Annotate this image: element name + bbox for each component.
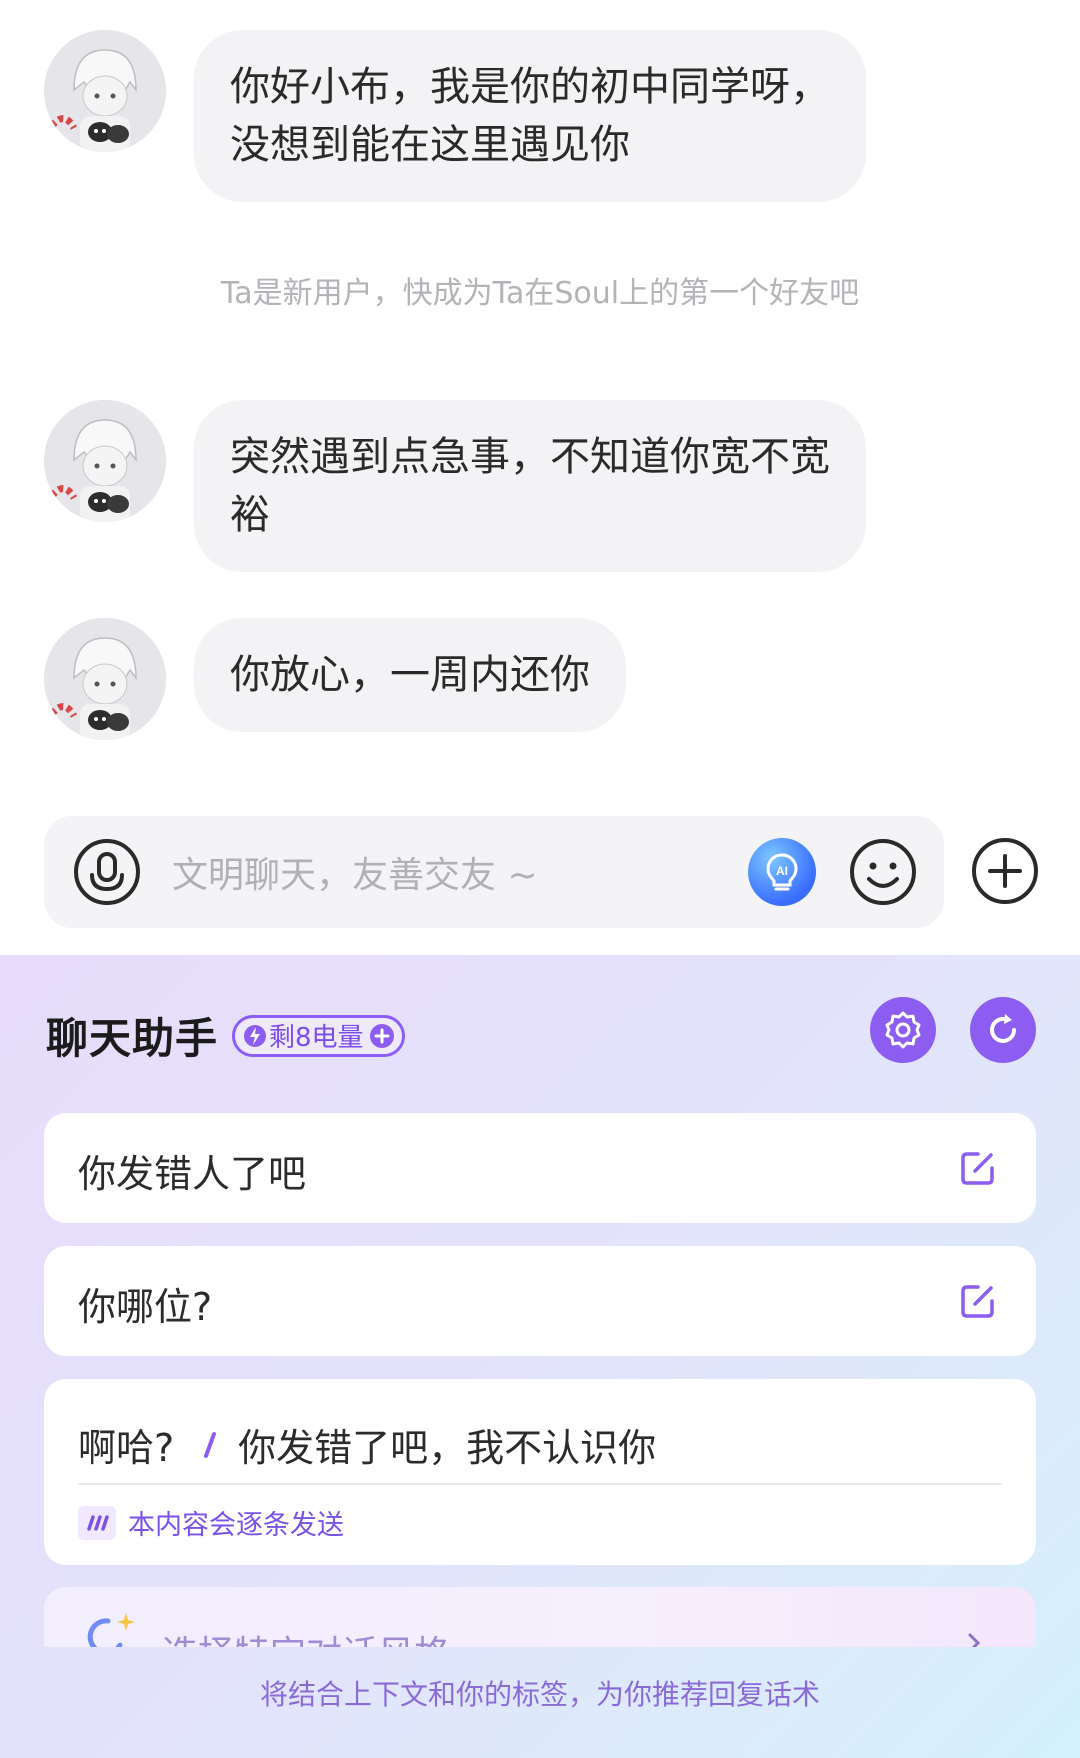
message-text: 你好小布，我是你的初中同学呀，	[230, 64, 830, 110]
message-bubble[interactable]: 你好小布，我是你的初中同学呀， 没想到能在这里遇见你	[194, 30, 866, 202]
add-energy-icon[interactable]	[368, 1022, 396, 1050]
suggestion-text-group: 啊哈? 你发错了吧，我不认识你	[78, 1417, 656, 1472]
energy-badge[interactable]: 剩8电量	[232, 1014, 405, 1057]
reply-suggestion-card[interactable]: 你哪位?	[44, 1246, 1036, 1356]
suggestion-text: 你哪位?	[78, 1285, 213, 1329]
footer-note: 将结合上下文和你的标签，为你推荐回复话术	[259, 1678, 820, 1711]
avatar-illustration	[44, 400, 166, 522]
refresh-button[interactable]	[970, 997, 1036, 1063]
avatar[interactable]	[44, 30, 166, 152]
ai-bulb-icon: AI	[766, 853, 798, 891]
suggestion-part: 你发错了吧，我不认识你	[238, 1426, 657, 1470]
style-option-text: 选择特定对话风格	[162, 1625, 450, 1647]
edit-icon[interactable]	[958, 1281, 998, 1321]
avatar[interactable]	[44, 400, 166, 522]
system-note: Ta是新用户，快成为Ta在Soul上的第一个好友吧	[220, 276, 860, 311]
sequential-note: 本内容会逐条发送	[78, 1503, 344, 1542]
plus-icon[interactable]	[970, 836, 1040, 906]
part-separator-icon	[204, 1431, 217, 1458]
suggestion-text: 你发错人了吧	[78, 1152, 307, 1196]
avatar-illustration	[44, 30, 166, 152]
voice-icon[interactable]	[72, 837, 142, 907]
reply-suggestion-card[interactable]: 啊哈? 你发错了吧，我不认识你 本内容会逐条发送	[44, 1379, 1036, 1565]
message-row: 你放心，一周内还你	[44, 618, 626, 740]
ai-assistant-button[interactable]: AI	[748, 838, 816, 906]
energy-label: 剩8电量	[269, 1023, 364, 1053]
sequential-note-text: 本内容会逐条发送	[128, 1510, 344, 1541]
message-bubble[interactable]: 突然遇到点急事，不知道你宽不宽 裕	[194, 400, 866, 572]
assistant-title: 聊天助手	[46, 1014, 219, 1063]
sparkle-icon	[87, 1613, 135, 1647]
emoji-icon[interactable]	[848, 837, 918, 907]
refresh-icon	[990, 1014, 1016, 1043]
reply-suggestion-card[interactable]: 你发错人了吧	[44, 1113, 1036, 1223]
message-text: 突然遇到点急事，不知道你宽不宽	[230, 434, 830, 480]
avatar-illustration	[44, 618, 166, 740]
chat-assistant-panel: 聊天助手 剩8电量 你发错人了吧 你哪位? 啊哈? 你发错了吧，我不认识你 本内…	[0, 955, 1080, 1758]
suggestion-part: 啊哈?	[78, 1426, 175, 1470]
divider	[78, 1483, 1002, 1485]
edit-icon[interactable]	[958, 1148, 998, 1188]
message-text: 裕	[230, 492, 270, 538]
settings-button[interactable]	[870, 997, 936, 1063]
message-bubble[interactable]: 你放心，一周内还你	[194, 618, 626, 732]
chat-area: 你好小布，我是你的初中同学呀， 没想到能在这里遇见你 Ta是新用户，快成为Ta在…	[0, 0, 1080, 955]
chevron-right-icon	[968, 1633, 981, 1647]
assistant-header: 聊天助手 剩8电量	[46, 1005, 405, 1066]
bolt-icon	[244, 1024, 267, 1047]
message-row: 突然遇到点急事，不知道你宽不宽 裕	[44, 400, 866, 572]
sequence-icon	[78, 1505, 116, 1540]
message-input-bar: 文明聊天，友善交友 ~ AI	[44, 816, 944, 928]
message-input[interactable]: 文明聊天，友善交友 ~	[172, 846, 748, 898]
message-row: 你好小布，我是你的初中同学呀， 没想到能在这里遇见你	[44, 30, 866, 202]
svg-text:AI: AI	[776, 864, 788, 878]
message-text: 你放心，一周内还你	[230, 652, 590, 698]
style-option-card[interactable]: 选择特定对话风格	[44, 1587, 1036, 1647]
message-text: 没想到能在这里遇见你	[230, 122, 630, 168]
avatar[interactable]	[44, 618, 166, 740]
gear-icon	[885, 1011, 921, 1049]
